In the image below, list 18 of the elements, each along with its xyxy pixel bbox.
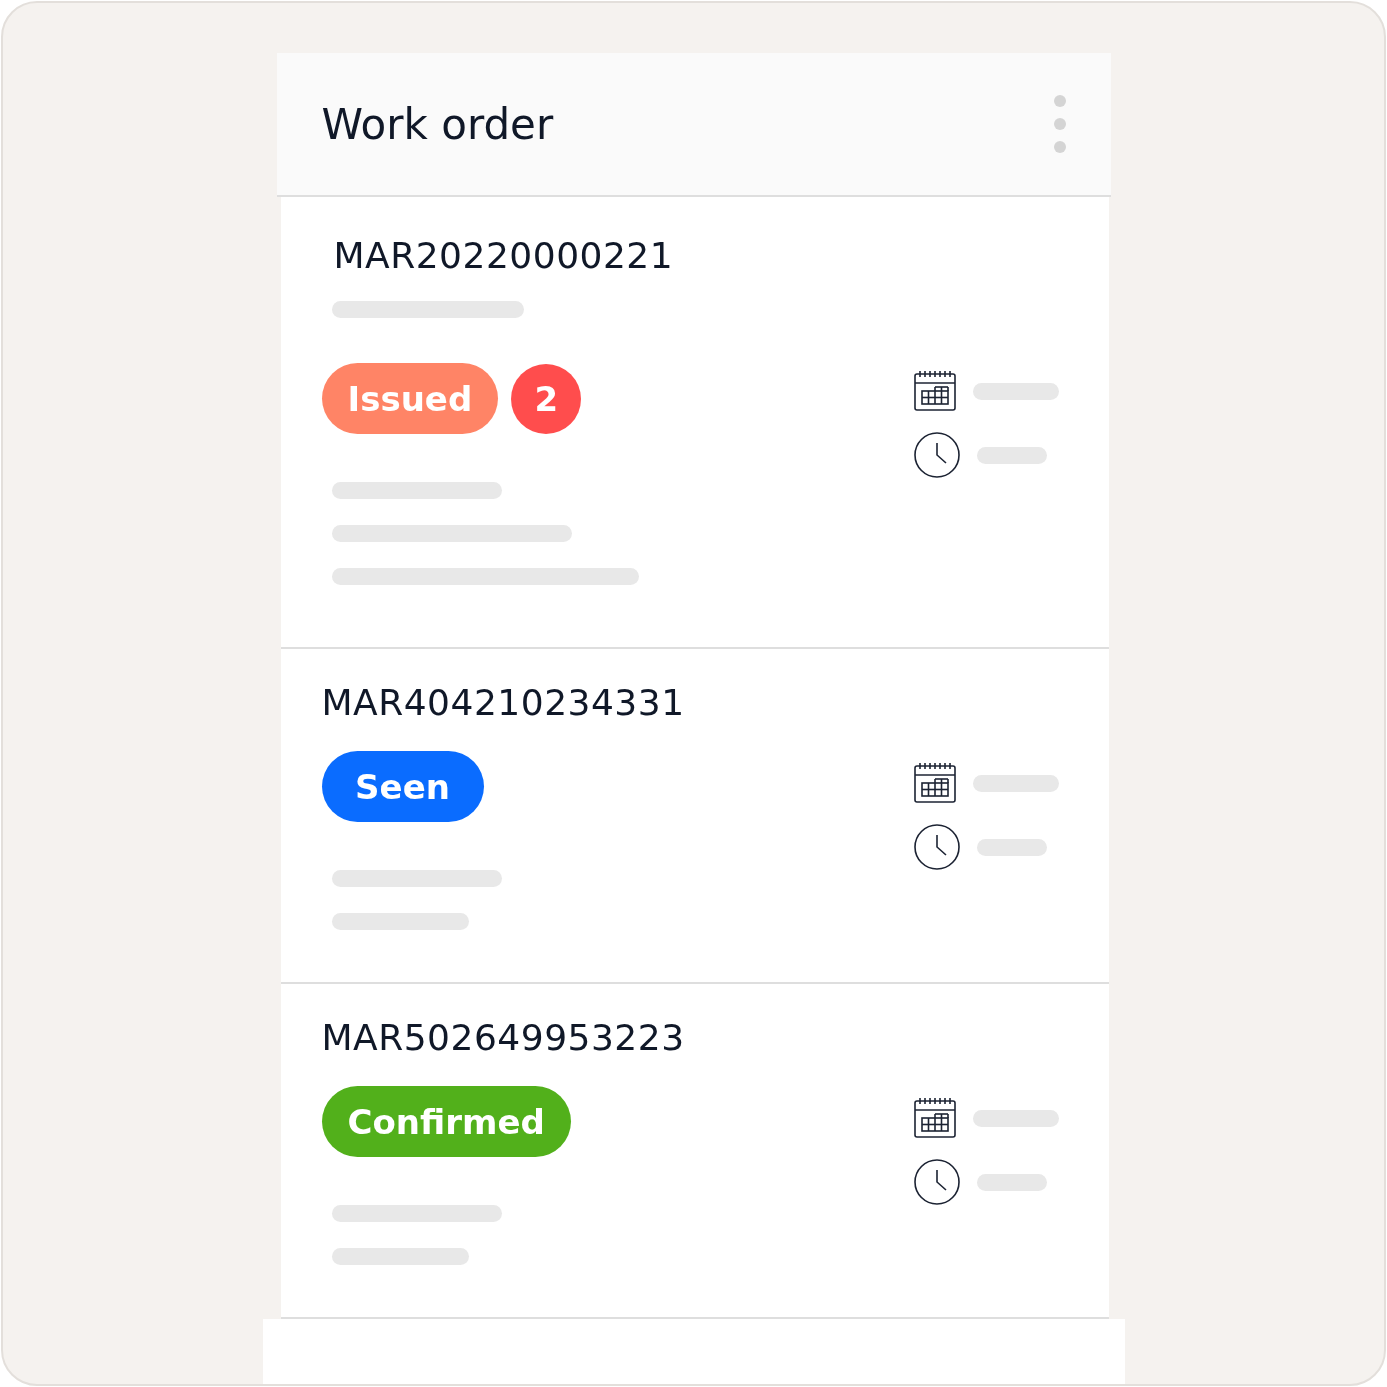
clock-icon <box>912 1158 961 1206</box>
order-card[interactable]: MAR502649953223 Confirmed <box>280 984 1109 1319</box>
calendar-icon <box>912 1096 957 1140</box>
calendar-icon <box>912 369 957 413</box>
order-card[interactable]: MAR404210234331 Seen <box>280 649 1109 984</box>
status-badge: Confirmed <box>321 1086 571 1157</box>
status-badge: Issued <box>321 363 499 434</box>
order-card[interactable]: MAR20220000221 Issued 2 <box>280 197 1109 649</box>
clock-icon <box>912 431 961 479</box>
status-badge: Seen <box>321 751 484 822</box>
calendar-icon <box>912 761 957 805</box>
page-title: Work order <box>321 99 554 149</box>
count-badge: 2 <box>511 363 582 434</box>
more-icon[interactable] <box>1052 94 1067 154</box>
order-number: MAR502649953223 <box>321 1017 686 1058</box>
clock-icon <box>912 823 961 871</box>
order-number: MAR404210234331 <box>321 682 686 723</box>
order-number: MAR20220000221 <box>333 235 675 276</box>
